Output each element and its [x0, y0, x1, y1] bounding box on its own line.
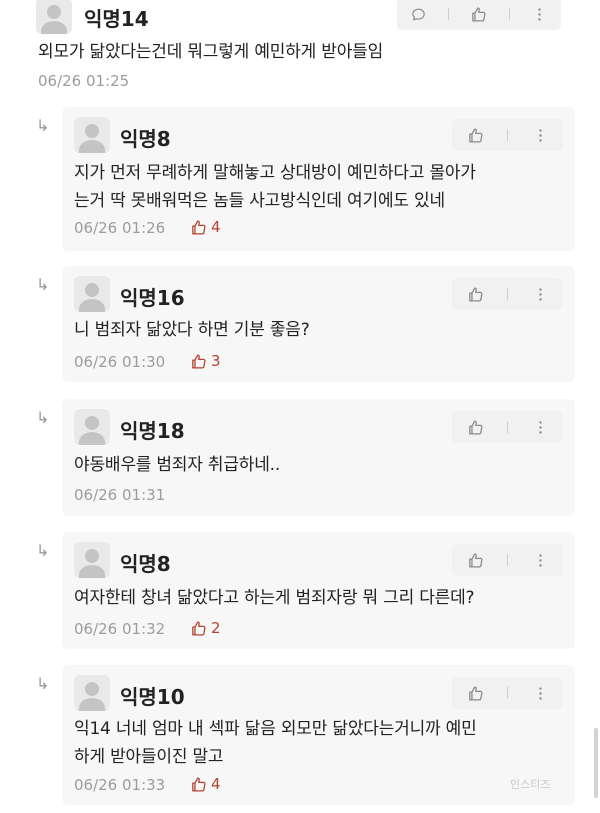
- divider: [448, 8, 450, 20]
- like-count: 3: [190, 352, 221, 370]
- comment-timestamp: 06/26 01:33: [74, 776, 166, 794]
- divider: [507, 687, 508, 699]
- reply-comment: 익명16 니 범죄자 닮았다 하면 기분 좋음? 06/26 01:30 3: [62, 266, 575, 382]
- reply-arrow-icon: ↳: [36, 116, 50, 135]
- like-count: 2: [190, 619, 221, 637]
- avatar-icon: [74, 409, 110, 445]
- comment-actions: [397, 0, 561, 30]
- comment-text: 지가 먼저 무례하게 말해놓고 상대방이 예민하다고 몰아가 는거 딱 못배워먹…: [74, 159, 476, 215]
- thumbs-up-icon: [190, 219, 207, 236]
- thumbs-up-icon: [190, 776, 207, 793]
- more-options-icon[interactable]: [526, 413, 554, 441]
- comment-actions: [452, 278, 563, 310]
- reply-comment-icon[interactable]: [405, 0, 433, 28]
- avatar-icon: [36, 0, 72, 34]
- like-icon[interactable]: [461, 413, 489, 441]
- comment-author: 익명14: [84, 7, 149, 31]
- comment-author: 익명16: [120, 286, 185, 310]
- site-watermark: 인스티즈: [510, 778, 551, 791]
- thumbs-up-icon: [190, 353, 207, 370]
- like-count: 4: [190, 775, 221, 793]
- reply-comment: 익명8 여자한테 창녀 닮았다고 하는게 범죄자랑 뭐 그리 다른데? 06/2…: [62, 532, 575, 649]
- more-options-icon[interactable]: [526, 546, 554, 574]
- like-icon[interactable]: [465, 0, 493, 28]
- comment-line: 니 범죄자 닮았다 하면 기분 좋음?: [74, 320, 310, 340]
- comment-line: 하게 받아들이진 말고: [74, 747, 224, 767]
- avatar-icon: [74, 117, 110, 153]
- top-comment: 익명14 외모가 닮았다는건데 뭐그렇게 예민하게 받아들임 06/26 01:…: [0, 0, 600, 100]
- comment-actions: [452, 119, 563, 151]
- comment-timestamp: 06/26 01:30: [74, 353, 166, 371]
- comment-text: 야동배우를 범죄자 취급하네..: [74, 451, 280, 479]
- comment-line: 야동배우를 범죄자 취급하네..: [74, 455, 281, 475]
- like-count-value: 4: [211, 218, 221, 236]
- comment-actions: [452, 544, 563, 576]
- reply-comment: 익명8 지가 먼저 무례하게 말해놓고 상대방이 예민하다고 몰아가 는거 딱 …: [62, 107, 575, 251]
- comment-author: 익명8: [120, 552, 171, 576]
- comment-line: 여자한테 창녀 닮았다고 하는게 범죄자랑 뭐 그리 다른데?: [74, 588, 475, 608]
- like-icon[interactable]: [461, 679, 489, 707]
- reply-comment: 익명10 익14 너네 엄마 내 섹파 닮음 외모만 닮았다는거니까 예민 하게…: [62, 665, 575, 805]
- divider: [508, 8, 510, 20]
- comment-actions: [452, 411, 563, 443]
- like-icon[interactable]: [461, 121, 489, 149]
- avatar-icon: [74, 675, 110, 711]
- divider: [507, 288, 508, 300]
- scrollbar[interactable]: [594, 728, 598, 798]
- comment-author: 익명8: [120, 127, 171, 151]
- comment-line: 지가 먼저 무례하게 말해놓고 상대방이 예민하다고 몰아가: [74, 163, 476, 183]
- reply-arrow-icon: ↳: [36, 541, 50, 560]
- comment-text: 니 범죄자 닮았다 하면 기분 좋음?: [74, 316, 310, 344]
- more-options-icon[interactable]: [526, 679, 554, 707]
- comment-timestamp: 06/26 01:25: [38, 72, 130, 90]
- divider: [507, 129, 508, 141]
- comment-author: 익명10: [120, 685, 185, 709]
- reply-comment: 익명18 야동배우를 범죄자 취급하네.. 06/26 01:31: [62, 399, 575, 516]
- divider: [507, 421, 508, 433]
- comment-line: 는거 딱 못배워먹은 놈들 사고방식인데 여기에도 있네: [74, 191, 445, 211]
- more-options-icon[interactable]: [526, 121, 554, 149]
- like-count-value: 2: [211, 619, 221, 637]
- comment-text: 여자한테 창녀 닮았다고 하는게 범죄자랑 뭐 그리 다른데?: [74, 584, 475, 612]
- comment-text: 익14 너네 엄마 내 섹파 닮음 외모만 닮았다는거니까 예민 하게 받아들이…: [74, 715, 477, 771]
- comment-timestamp: 06/26 01:32: [74, 620, 166, 638]
- comment-timestamp: 06/26 01:26: [74, 219, 166, 237]
- like-count: 4: [190, 218, 221, 236]
- comment-text: 외모가 닮았다는건데 뭐그렇게 예민하게 받아들임: [38, 42, 384, 62]
- like-icon[interactable]: [461, 546, 489, 574]
- avatar-icon: [74, 542, 110, 578]
- like-icon[interactable]: [461, 280, 489, 308]
- comment-line: 익14 너네 엄마 내 섹파 닮음 외모만 닮았다는거니까 예민: [74, 719, 477, 739]
- avatar-icon: [74, 276, 110, 312]
- comment-actions: [452, 677, 563, 709]
- comment-timestamp: 06/26 01:31: [74, 486, 166, 504]
- reply-arrow-icon: ↳: [36, 674, 50, 693]
- divider: [507, 554, 508, 566]
- comment-author: 익명18: [120, 419, 185, 443]
- like-count-value: 3: [211, 352, 221, 370]
- reply-arrow-icon: ↳: [36, 275, 50, 294]
- more-options-icon[interactable]: [526, 280, 554, 308]
- reply-arrow-icon: ↳: [36, 408, 50, 427]
- thumbs-up-icon: [190, 620, 207, 637]
- like-count-value: 4: [211, 775, 221, 793]
- more-options-icon[interactable]: [525, 0, 553, 28]
